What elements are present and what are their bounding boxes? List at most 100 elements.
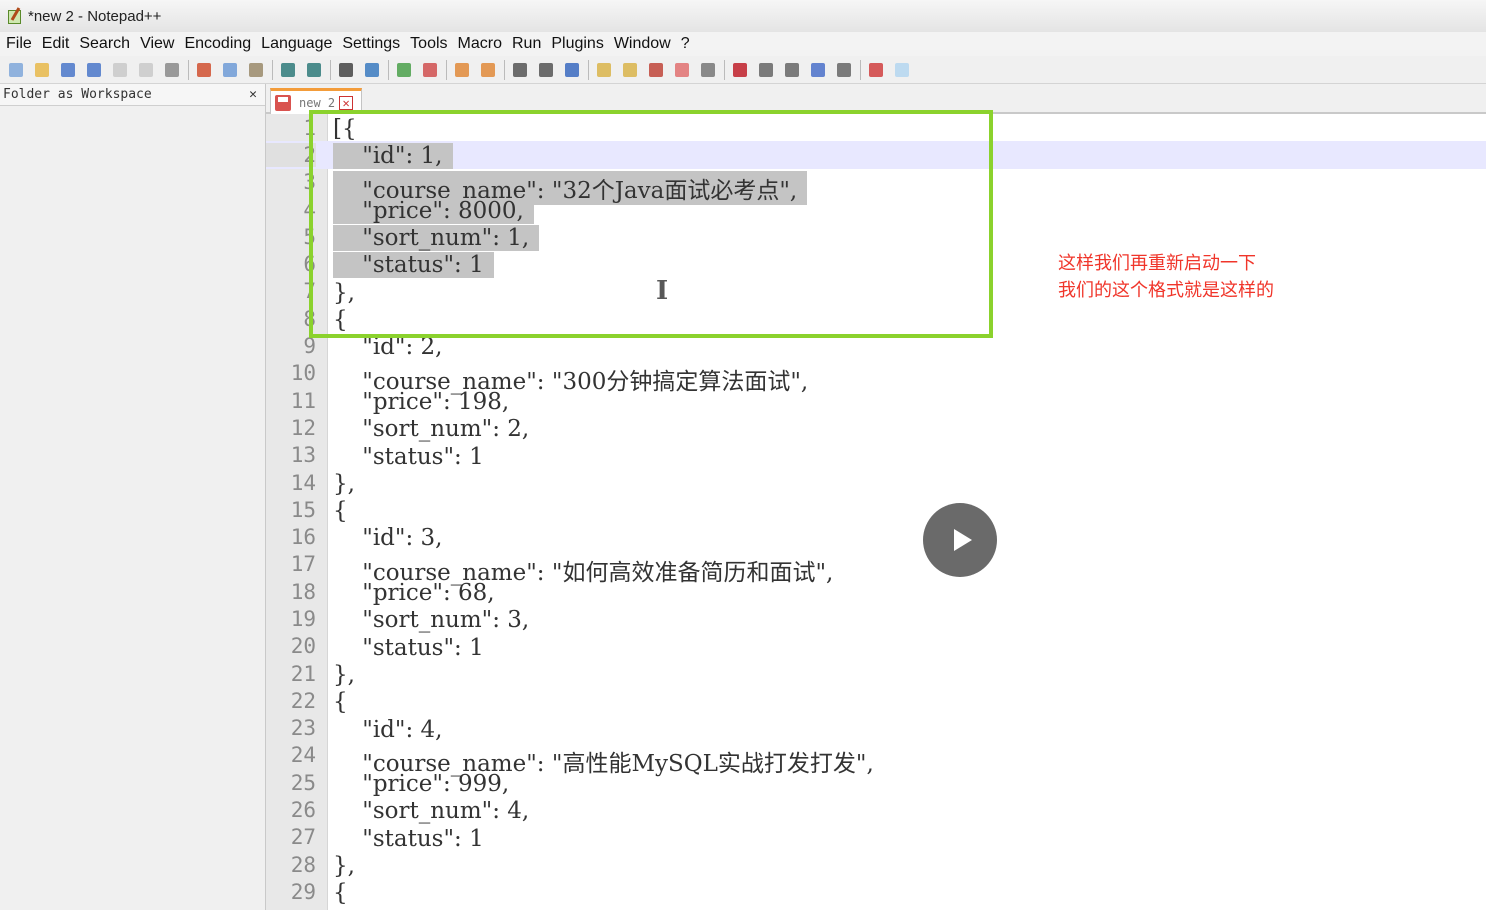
code-line[interactable]: 21},: [266, 660, 1486, 688]
line-number: 11: [290, 388, 316, 413]
save-macro-icon[interactable]: [834, 60, 854, 80]
toolbar-separator: [504, 59, 506, 80]
tab-close-icon[interactable]: ✕: [339, 95, 354, 110]
record-macro-icon[interactable]: [730, 60, 750, 80]
code-line[interactable]: 22 {: [266, 687, 1486, 716]
menu-window[interactable]: Window: [614, 35, 671, 53]
panel-close-icon[interactable]: ✕: [249, 87, 257, 102]
word-wrap-icon[interactable]: [510, 60, 530, 80]
highlight-icon[interactable]: [892, 60, 912, 80]
line-text: "sort_num": 2,: [333, 416, 530, 443]
user-language-icon[interactable]: [594, 60, 614, 80]
menu-macro[interactable]: Macro: [458, 35, 502, 53]
zoom-in-icon[interactable]: [394, 60, 414, 80]
code-line[interactable]: 25 "price": 999,: [266, 769, 1486, 797]
code-line[interactable]: 15 {: [266, 496, 1486, 524]
code-line[interactable]: 14},: [266, 469, 1486, 497]
toolbar-separator: [724, 59, 726, 80]
menu-help[interactable]: ?: [681, 35, 690, 53]
cut-icon[interactable]: [194, 60, 214, 80]
toolbar-separator: [446, 59, 448, 80]
line-number: 12: [290, 415, 316, 440]
code-line[interactable]: 26 "sort_num": 4,: [266, 796, 1486, 825]
line-text: "sort_num": 4,: [333, 798, 530, 825]
menu-view[interactable]: View: [140, 35, 174, 53]
print-icon[interactable]: [162, 60, 182, 80]
annotation-line-1: 这样我们再重新启动一下: [1058, 253, 1256, 274]
code-line[interactable]: 24 "course_name": "高性能MySQL实战打发打发",: [266, 742, 1486, 776]
replace-icon[interactable]: [362, 60, 382, 80]
menu-edit[interactable]: Edit: [42, 35, 70, 53]
toolbar-separator: [860, 59, 862, 80]
close-icon[interactable]: [110, 60, 130, 80]
line-text: "sort_num": 3,: [333, 607, 530, 634]
close-all-icon[interactable]: [136, 60, 156, 80]
line-text: "price": 68,: [333, 580, 495, 607]
line-text: {: [333, 880, 348, 907]
line-text: },: [333, 470, 355, 497]
indent-guide-icon[interactable]: [562, 60, 582, 80]
find-icon[interactable]: [336, 60, 356, 80]
menu-language[interactable]: Language: [261, 35, 332, 53]
copy-icon[interactable]: [220, 60, 240, 80]
function-list-icon[interactable]: [646, 60, 666, 80]
title-bar: *new 2 - Notepad++: [0, 0, 1486, 32]
menu-bar: File Edit Search View Encoding Language …: [0, 32, 1486, 56]
code-line[interactable]: 28},: [266, 851, 1486, 879]
spell-check-icon[interactable]: [866, 60, 886, 80]
line-text: {: [333, 689, 348, 716]
code-line[interactable]: 23 "id": 4,: [266, 715, 1486, 742]
show-all-chars-icon[interactable]: [536, 60, 556, 80]
line-text: "id": 4,: [333, 716, 443, 743]
line-number: 24: [290, 743, 316, 768]
line-text: "status": 1: [333, 443, 484, 470]
line-text: "status": 1: [333, 634, 484, 661]
stop-macro-icon[interactable]: [756, 60, 776, 80]
code-line[interactable]: 18 "price": 68,: [266, 578, 1486, 607]
code-line[interactable]: 20 "status": 1: [266, 633, 1486, 660]
code-line[interactable]: 27 "status": 1: [266, 824, 1486, 851]
doc-map-icon[interactable]: [620, 60, 640, 80]
menu-settings[interactable]: Settings: [342, 35, 400, 53]
run-macro-multiple-icon[interactable]: [808, 60, 828, 80]
monitor-icon[interactable]: [698, 60, 718, 80]
menu-plugins[interactable]: Plugins: [551, 35, 603, 53]
line-text: "price": 198,: [333, 388, 510, 415]
highlight-box: [309, 110, 993, 338]
code-line[interactable]: 29 {: [266, 878, 1486, 907]
save-all-icon[interactable]: [84, 60, 104, 80]
code-line[interactable]: 11 "price": 198,: [266, 387, 1486, 415]
code-line[interactable]: 17 "course_name": "如何高效准备简历和面试",: [266, 551, 1486, 585]
sync-vertical-icon[interactable]: [452, 60, 472, 80]
line-text: },: [333, 661, 355, 688]
line-number: 23: [290, 716, 316, 741]
paste-icon[interactable]: [246, 60, 266, 80]
menu-tools[interactable]: Tools: [410, 35, 447, 53]
play-icon[interactable]: [923, 503, 997, 577]
save-icon[interactable]: [58, 60, 78, 80]
redo-icon[interactable]: [304, 60, 324, 80]
menu-encoding[interactable]: Encoding: [184, 35, 251, 53]
open-file-icon[interactable]: [32, 60, 52, 80]
menu-run[interactable]: Run: [512, 35, 541, 53]
line-number: 22: [290, 688, 316, 713]
new-file-icon[interactable]: [6, 60, 26, 80]
line-number: 17: [290, 552, 316, 577]
sync-horizontal-icon[interactable]: [478, 60, 498, 80]
panel-header: Folder as Workspace ✕: [0, 84, 265, 106]
menu-search[interactable]: Search: [79, 35, 130, 53]
code-line[interactable]: 13 "status": 1: [266, 442, 1486, 469]
line-number: 21: [290, 661, 316, 686]
menu-file[interactable]: File: [6, 35, 32, 53]
code-line[interactable]: 16 "id": 3,: [266, 523, 1486, 552]
toolbar-separator: [272, 59, 274, 80]
code-line[interactable]: 12 "sort_num": 2,: [266, 414, 1486, 443]
code-line[interactable]: 10 "course_name": "300分钟搞定算法面试",: [266, 360, 1486, 394]
code-line[interactable]: 19 "sort_num": 3,: [266, 605, 1486, 634]
line-number: 15: [290, 497, 316, 522]
line-text: "id": 3,: [333, 525, 443, 552]
play-macro-icon[interactable]: [782, 60, 802, 80]
zoom-out-icon[interactable]: [420, 60, 440, 80]
undo-icon[interactable]: [278, 60, 298, 80]
folder-workspace-icon[interactable]: [672, 60, 692, 80]
